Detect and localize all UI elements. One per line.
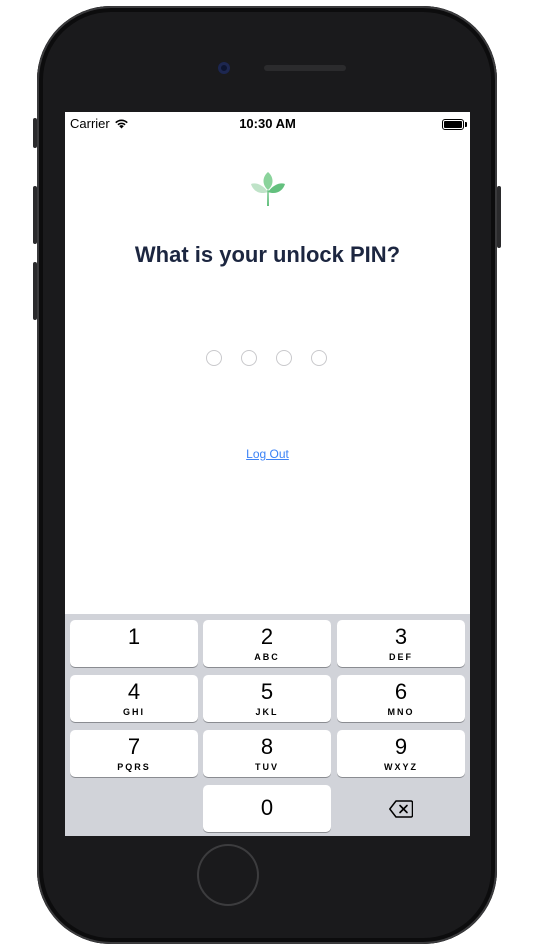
pin-dot — [276, 350, 292, 366]
mute-switch — [33, 118, 37, 148]
pin-dot — [206, 350, 222, 366]
key-5[interactable]: 5 JKL — [203, 675, 331, 722]
pin-dot — [241, 350, 257, 366]
volume-down-button — [33, 262, 37, 320]
logout-link[interactable]: Log Out — [65, 447, 470, 461]
key-1[interactable]: 1 — [70, 620, 198, 667]
screen: Carrier 10:30 AM What is your unlock PIN… — [65, 112, 470, 836]
battery-icon — [442, 119, 467, 130]
leaf-icon — [251, 172, 285, 206]
power-button — [497, 186, 501, 248]
key-9[interactable]: 9 WXYZ — [337, 730, 465, 777]
key-3[interactable]: 3 DEF — [337, 620, 465, 667]
earpiece-speaker — [264, 65, 346, 71]
front-camera — [218, 62, 230, 74]
key-2[interactable]: 2 ABC — [203, 620, 331, 667]
backspace-icon — [389, 799, 413, 818]
page-title: What is your unlock PIN? — [134, 242, 401, 267]
key-8[interactable]: 8 TUV — [203, 730, 331, 777]
home-button[interactable] — [199, 846, 257, 904]
volume-up-button — [33, 186, 37, 244]
key-6[interactable]: 6 MNO — [337, 675, 465, 722]
pin-indicator — [206, 350, 327, 366]
pin-dot — [311, 350, 327, 366]
key-4[interactable]: 4 GHI — [70, 675, 198, 722]
key-7[interactable]: 7 PQRS — [70, 730, 198, 777]
numeric-keypad: 1 2 ABC 3 DEF 4 GHI 5 JKL 6 MNO 7 PQRS 8 — [65, 614, 470, 836]
delete-key[interactable] — [337, 785, 465, 832]
key-0[interactable]: 0 — [203, 785, 331, 832]
status-bar: Carrier 10:30 AM — [65, 112, 470, 134]
status-time: 10:30 AM — [239, 116, 296, 131]
